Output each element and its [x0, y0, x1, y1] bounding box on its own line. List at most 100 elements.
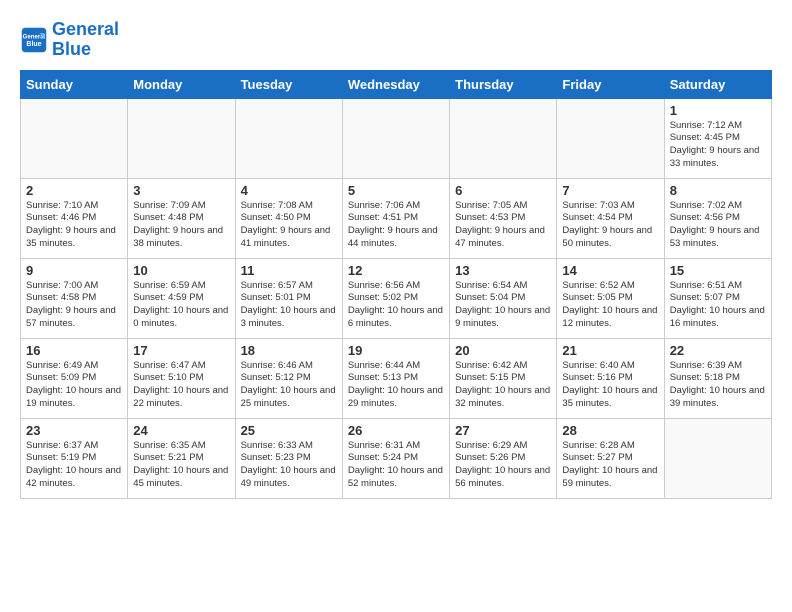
day-info: Sunrise: 6:29 AM Sunset: 5:26 PM Dayligh… — [455, 440, 551, 491]
calendar-cell: 23 Sunrise: 6:37 AM Sunset: 5:19 PM Dayli… — [21, 418, 128, 498]
calendar-cell: 20 Sunrise: 6:42 AM Sunset: 5:15 PM Dayli… — [450, 338, 557, 418]
calendar-cell: 15 Sunrise: 6:51 AM Sunset: 5:07 PM Dayli… — [664, 258, 771, 338]
day-number: 12 — [348, 263, 444, 278]
day-info: Sunrise: 7:06 AM Sunset: 4:51 PM Dayligh… — [348, 200, 444, 251]
calendar-cell: 19 Sunrise: 6:44 AM Sunset: 5:13 PM Dayli… — [342, 338, 449, 418]
calendar-cell — [342, 98, 449, 178]
calendar-cell: 21 Sunrise: 6:40 AM Sunset: 5:16 PM Dayli… — [557, 338, 664, 418]
day-number: 27 — [455, 423, 551, 438]
logo-text: GeneralBlue — [52, 20, 119, 60]
calendar-cell: 27 Sunrise: 6:29 AM Sunset: 5:26 PM Dayli… — [450, 418, 557, 498]
day-number: 10 — [133, 263, 229, 278]
col-header-sunday: Sunday — [21, 70, 128, 98]
calendar-cell: 10 Sunrise: 6:59 AM Sunset: 4:59 PM Dayli… — [128, 258, 235, 338]
day-number: 5 — [348, 183, 444, 198]
day-number: 15 — [670, 263, 766, 278]
calendar-cell: 14 Sunrise: 6:52 AM Sunset: 5:05 PM Dayli… — [557, 258, 664, 338]
day-number: 16 — [26, 343, 122, 358]
logo: General Blue GeneralBlue — [20, 20, 119, 60]
day-number: 28 — [562, 423, 658, 438]
calendar-cell: 18 Sunrise: 6:46 AM Sunset: 5:12 PM Dayli… — [235, 338, 342, 418]
calendar-cell: 25Sunrise: 6:33 AM Sunset: 5:23 PM Dayli… — [235, 418, 342, 498]
day-info: Sunrise: 7:00 AM Sunset: 4:58 PM Dayligh… — [26, 280, 122, 331]
calendar-cell: 13 Sunrise: 6:54 AM Sunset: 5:04 PM Dayli… — [450, 258, 557, 338]
day-number: 2 — [26, 183, 122, 198]
day-info: Sunrise: 6:40 AM Sunset: 5:16 PM Dayligh… — [562, 360, 658, 411]
calendar-cell: 17 Sunrise: 6:47 AM Sunset: 5:10 PM Dayli… — [128, 338, 235, 418]
week-row-1: 1 Sunrise: 7:12 AM Sunset: 4:45 PM Daylig… — [21, 98, 772, 178]
calendar-table: SundayMondayTuesdayWednesdayThursdayFrid… — [20, 70, 772, 499]
day-number: 11 — [241, 263, 337, 278]
day-info: Sunrise: 6:49 AM Sunset: 5:09 PM Dayligh… — [26, 360, 122, 411]
week-row-3: 9Sunrise: 7:00 AM Sunset: 4:58 PM Daylig… — [21, 258, 772, 338]
day-info: Sunrise: 6:35 AM Sunset: 5:21 PM Dayligh… — [133, 440, 229, 491]
calendar-cell: 24 Sunrise: 6:35 AM Sunset: 5:21 PM Dayli… — [128, 418, 235, 498]
day-info: Sunrise: 6:56 AM Sunset: 5:02 PM Dayligh… — [348, 280, 444, 331]
day-number: 17 — [133, 343, 229, 358]
col-header-thursday: Thursday — [450, 70, 557, 98]
calendar-cell: 16 Sunrise: 6:49 AM Sunset: 5:09 PM Dayli… — [21, 338, 128, 418]
calendar-cell — [128, 98, 235, 178]
day-info: Sunrise: 6:57 AM Sunset: 5:01 PM Dayligh… — [241, 280, 337, 331]
day-number: 4 — [241, 183, 337, 198]
day-number: 19 — [348, 343, 444, 358]
day-number: 21 — [562, 343, 658, 358]
day-info: Sunrise: 6:59 AM Sunset: 4:59 PM Dayligh… — [133, 280, 229, 331]
page-header: General Blue GeneralBlue — [20, 20, 772, 60]
day-info: Sunrise: 6:37 AM Sunset: 5:19 PM Dayligh… — [26, 440, 122, 491]
day-number: 23 — [26, 423, 122, 438]
day-number: 24 — [133, 423, 229, 438]
day-info: Sunrise: 7:12 AM Sunset: 4:45 PM Dayligh… — [670, 120, 766, 171]
day-number: 18 — [241, 343, 337, 358]
day-number: 13 — [455, 263, 551, 278]
col-header-wednesday: Wednesday — [342, 70, 449, 98]
calendar-cell: 3Sunrise: 7:09 AM Sunset: 4:48 PM Daylig… — [128, 178, 235, 258]
calendar-cell: 28 Sunrise: 6:28 AM Sunset: 5:27 PM Dayli… — [557, 418, 664, 498]
day-number: 7 — [562, 183, 658, 198]
calendar-cell: 9Sunrise: 7:00 AM Sunset: 4:58 PM Daylig… — [21, 258, 128, 338]
day-number: 22 — [670, 343, 766, 358]
week-row-2: 2 Sunrise: 7:10 AM Sunset: 4:46 PM Daylig… — [21, 178, 772, 258]
day-number: 26 — [348, 423, 444, 438]
calendar-cell: 11 Sunrise: 6:57 AM Sunset: 5:01 PM Dayli… — [235, 258, 342, 338]
calendar-cell — [450, 98, 557, 178]
calendar-cell: 8 Sunrise: 7:02 AM Sunset: 4:56 PM Daylig… — [664, 178, 771, 258]
col-header-saturday: Saturday — [664, 70, 771, 98]
day-info: Sunrise: 7:05 AM Sunset: 4:53 PM Dayligh… — [455, 200, 551, 251]
day-info: Sunrise: 7:10 AM Sunset: 4:46 PM Dayligh… — [26, 200, 122, 251]
day-info: Sunrise: 6:39 AM Sunset: 5:18 PM Dayligh… — [670, 360, 766, 411]
calendar-cell — [235, 98, 342, 178]
calendar-cell — [557, 98, 664, 178]
day-number: 1 — [670, 103, 766, 118]
calendar-cell: 7 Sunrise: 7:03 AM Sunset: 4:54 PM Daylig… — [557, 178, 664, 258]
calendar-cell: 6 Sunrise: 7:05 AM Sunset: 4:53 PM Daylig… — [450, 178, 557, 258]
day-info: Sunrise: 6:42 AM Sunset: 5:15 PM Dayligh… — [455, 360, 551, 411]
day-number: 8 — [670, 183, 766, 198]
day-info: Sunrise: 6:47 AM Sunset: 5:10 PM Dayligh… — [133, 360, 229, 411]
calendar-cell — [664, 418, 771, 498]
day-info: Sunrise: 6:51 AM Sunset: 5:07 PM Dayligh… — [670, 280, 766, 331]
day-info: Sunrise: 7:03 AM Sunset: 4:54 PM Dayligh… — [562, 200, 658, 251]
calendar-cell: 22 Sunrise: 6:39 AM Sunset: 5:18 PM Dayli… — [664, 338, 771, 418]
day-info: Sunrise: 7:08 AM Sunset: 4:50 PM Dayligh… — [241, 200, 337, 251]
day-number: 14 — [562, 263, 658, 278]
day-info: Sunrise: 6:44 AM Sunset: 5:13 PM Dayligh… — [348, 360, 444, 411]
col-header-tuesday: Tuesday — [235, 70, 342, 98]
calendar-cell: 1 Sunrise: 7:12 AM Sunset: 4:45 PM Daylig… — [664, 98, 771, 178]
day-info: Sunrise: 6:52 AM Sunset: 5:05 PM Dayligh… — [562, 280, 658, 331]
calendar-cell: 5 Sunrise: 7:06 AM Sunset: 4:51 PM Daylig… — [342, 178, 449, 258]
day-number: 20 — [455, 343, 551, 358]
calendar-cell: 2 Sunrise: 7:10 AM Sunset: 4:46 PM Daylig… — [21, 178, 128, 258]
day-number: 6 — [455, 183, 551, 198]
calendar-cell: 12 Sunrise: 6:56 AM Sunset: 5:02 PM Dayli… — [342, 258, 449, 338]
day-info: Sunrise: 7:02 AM Sunset: 4:56 PM Dayligh… — [670, 200, 766, 251]
calendar-header-row: SundayMondayTuesdayWednesdayThursdayFrid… — [21, 70, 772, 98]
day-info: Sunrise: 6:54 AM Sunset: 5:04 PM Dayligh… — [455, 280, 551, 331]
week-row-4: 16 Sunrise: 6:49 AM Sunset: 5:09 PM Dayli… — [21, 338, 772, 418]
day-info: Sunrise: 7:09 AM Sunset: 4:48 PM Dayligh… — [133, 200, 229, 251]
calendar-cell: 26Sunrise: 6:31 AM Sunset: 5:24 PM Dayli… — [342, 418, 449, 498]
day-info: Sunrise: 6:28 AM Sunset: 5:27 PM Dayligh… — [562, 440, 658, 491]
logo-icon: General Blue — [20, 26, 48, 54]
day-info: Sunrise: 6:33 AM Sunset: 5:23 PM Dayligh… — [241, 440, 337, 491]
day-info: Sunrise: 6:46 AM Sunset: 5:12 PM Dayligh… — [241, 360, 337, 411]
